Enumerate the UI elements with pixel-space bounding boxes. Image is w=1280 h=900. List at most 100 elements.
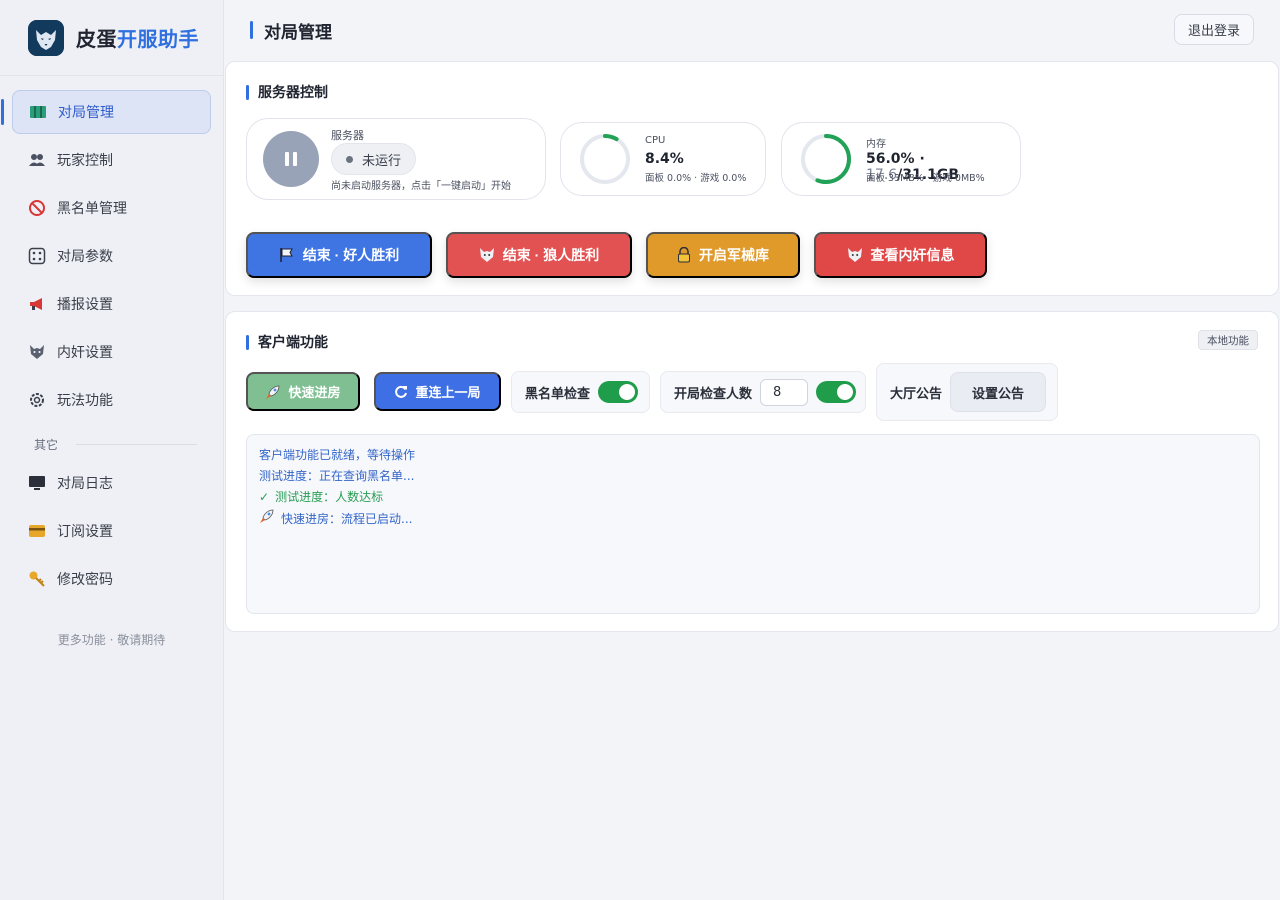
server-label: 服务器 xyxy=(331,129,364,142)
log-text: 测试进度：正在查询黑名单... xyxy=(259,469,415,483)
card-icon xyxy=(28,522,46,540)
log-line: 测试进度：正在查询黑名单... xyxy=(259,466,1247,487)
sidebar-item-label: 玩家控制 xyxy=(57,153,113,169)
client-log-panel: 客户端功能已就绪，等待操作 测试进度：正在查询黑名单... ✓ 测试进度：人数达… xyxy=(246,434,1260,614)
sidebar-item-label: 播报设置 xyxy=(57,297,113,313)
sidebar-item-spy-settings[interactable]: 内奸设置 xyxy=(12,330,211,374)
title-accent-bar xyxy=(246,84,249,100)
sidebar-item-player-control[interactable]: 玩家控制 xyxy=(12,138,211,182)
end-villagers-win-button[interactable]: 结束 · 好人胜利 xyxy=(246,232,432,278)
view-spy-info-label: 查看内奸信息 xyxy=(870,247,955,263)
page-header: 对局管理 退出登录 xyxy=(224,0,1280,60)
brand-name-prefix: 皮蛋 xyxy=(76,27,117,51)
log-text: 快速进房：流程已启动... xyxy=(281,512,413,526)
brand-name: 皮蛋开服助手 xyxy=(76,23,199,52)
sidebar-item-match-log[interactable]: 对局日志 xyxy=(12,461,211,505)
quick-join-label: 快速进房 xyxy=(288,385,341,400)
lobby-notice-option: 大厅公告 设置公告 xyxy=(876,363,1058,421)
sidebar-item-label: 修改密码 xyxy=(57,572,113,588)
rocket-icon xyxy=(265,384,281,400)
title-accent-bar xyxy=(246,334,249,350)
flag-icon xyxy=(279,247,295,263)
log-text: 测试进度：人数达标 xyxy=(275,490,384,504)
local-feature-badge: 本地功能 xyxy=(1198,330,1258,350)
memory-sub: 面板 33MB% · 游戏 0MB% xyxy=(866,173,985,184)
sidebar-item-label: 内奸设置 xyxy=(57,345,113,361)
sidebar: 皮蛋开服助手 对局管理 玩家控制 黑名单管理 对局参数 播报设置 内奸设置 玩法… xyxy=(0,0,224,900)
log-line: 客户端功能已就绪，等待操作 xyxy=(259,445,1247,466)
wolf-icon xyxy=(28,343,46,361)
end-wolves-win-label: 结束 · 狼人胜利 xyxy=(502,247,600,263)
server-control-title: 服务器控制 xyxy=(246,82,328,102)
client-features-title-text: 客户端功能 xyxy=(258,335,328,351)
sidebar-item-gameplay[interactable]: 玩法功能 xyxy=(12,378,211,422)
pause-icon[interactable] xyxy=(263,131,319,187)
users-icon xyxy=(28,151,46,169)
lock-icon xyxy=(677,247,691,263)
title-accent-bar xyxy=(250,21,253,39)
server-control-card: 服务器控制 服务器 未运行 尚未启动服务器，点击「一键启动」开始 CPU 8.4… xyxy=(225,61,1279,296)
status-text: 未运行 xyxy=(362,153,402,169)
memory-percent: 56.0% · xyxy=(866,151,925,167)
blacklist-check-toggle[interactable] xyxy=(598,381,639,403)
sidebar-nav: 对局管理 玩家控制 黑名单管理 对局参数 播报设置 内奸设置 玩法功能 其它 对… xyxy=(0,76,223,601)
sidebar-item-subscription[interactable]: 订阅设置 xyxy=(12,509,211,553)
wolf-icon xyxy=(479,247,495,263)
end-villagers-win-label: 结束 · 好人胜利 xyxy=(302,247,400,263)
sidebar-item-label: 黑名单管理 xyxy=(57,201,127,217)
status-dot-icon xyxy=(346,155,353,163)
sidebar-group-other: 其它 xyxy=(0,426,223,461)
lobby-notice-label: 大厅公告 xyxy=(890,386,943,402)
memory-label: 内存 xyxy=(866,139,886,150)
megaphone-icon xyxy=(28,295,46,313)
check-icon: ✓ xyxy=(259,490,270,504)
server-status-box: 服务器 未运行 尚未启动服务器，点击「一键启动」开始 xyxy=(246,118,546,200)
server-hint: 尚未启动服务器，点击「一键启动」开始 xyxy=(331,181,511,192)
sidebar-footer: 更多功能 · 敬请期待 xyxy=(57,633,166,647)
blacklist-check-option: 黑名单检查 xyxy=(511,371,650,413)
brand: 皮蛋开服助手 xyxy=(0,0,223,76)
open-armory-button[interactable]: 开启军械库 xyxy=(646,232,800,278)
memory-metric: 内存 56.0% · 17.6/31.1GB 面板 33MB% · 游戏 0MB… xyxy=(781,122,1021,196)
player-count-input[interactable]: 8 xyxy=(760,378,809,406)
gear-icon xyxy=(28,391,46,409)
sidebar-item-label: 订阅设置 xyxy=(57,524,113,540)
blacklist-check-label: 黑名单检查 xyxy=(525,386,591,402)
wolf-logo-icon xyxy=(28,19,64,56)
sidebar-item-change-password[interactable]: 修改密码 xyxy=(12,557,211,601)
view-spy-info-button[interactable]: 查看内奸信息 xyxy=(814,232,987,278)
server-control-title-text: 服务器控制 xyxy=(258,85,328,101)
cpu-value: 8.4% xyxy=(645,151,684,167)
open-armory-label: 开启军械库 xyxy=(699,247,769,263)
player-count-toggle[interactable] xyxy=(816,381,857,403)
end-wolves-win-button[interactable]: 结束 · 狼人胜利 xyxy=(446,232,632,278)
status-badge: 未运行 xyxy=(331,143,417,175)
monitor-icon xyxy=(28,474,46,492)
set-notice-button[interactable]: 设置公告 xyxy=(950,372,1047,412)
brand-name-accent: 开服助手 xyxy=(117,27,199,51)
player-count-option: 开局检查人数 8 xyxy=(660,371,866,413)
sidebar-item-match-params[interactable]: 对局参数 xyxy=(12,234,211,278)
sidebar-item-label: 玩法功能 xyxy=(57,393,113,409)
client-features-card: 客户端功能 本地功能 快速进房 重连上一局 黑名单检查 开局检查人数 8 大厅公… xyxy=(225,311,1279,632)
log-line: 快速进房：流程已启动... xyxy=(259,508,1247,531)
wolf-icon xyxy=(847,247,863,263)
memory-gauge xyxy=(801,134,851,184)
reconnect-button[interactable]: 重连上一局 xyxy=(374,372,501,411)
sidebar-item-label: 对局参数 xyxy=(57,249,113,265)
sidebar-item-label: 对局管理 xyxy=(58,105,114,121)
cpu-metric: CPU 8.4% 面板 0.0% · 游戏 0.0% xyxy=(560,122,766,196)
cpu-gauge xyxy=(580,134,630,184)
logout-button[interactable]: 退出登录 xyxy=(1173,14,1254,45)
quick-join-button[interactable]: 快速进房 xyxy=(246,372,360,411)
map-icon xyxy=(29,103,47,121)
log-text: 客户端功能已就绪，等待操作 xyxy=(259,448,416,462)
sidebar-item-label: 对局日志 xyxy=(57,476,113,492)
sidebar-item-blacklist[interactable]: 黑名单管理 xyxy=(12,186,211,230)
sidebar-item-match-management[interactable]: 对局管理 xyxy=(1,90,211,134)
dice-icon xyxy=(28,247,46,265)
reconnect-label: 重连上一局 xyxy=(415,385,481,400)
sidebar-item-broadcast[interactable]: 播报设置 xyxy=(12,282,211,326)
rocket-icon xyxy=(259,508,275,531)
log-line: ✓ 测试进度：人数达标 xyxy=(259,487,1247,508)
